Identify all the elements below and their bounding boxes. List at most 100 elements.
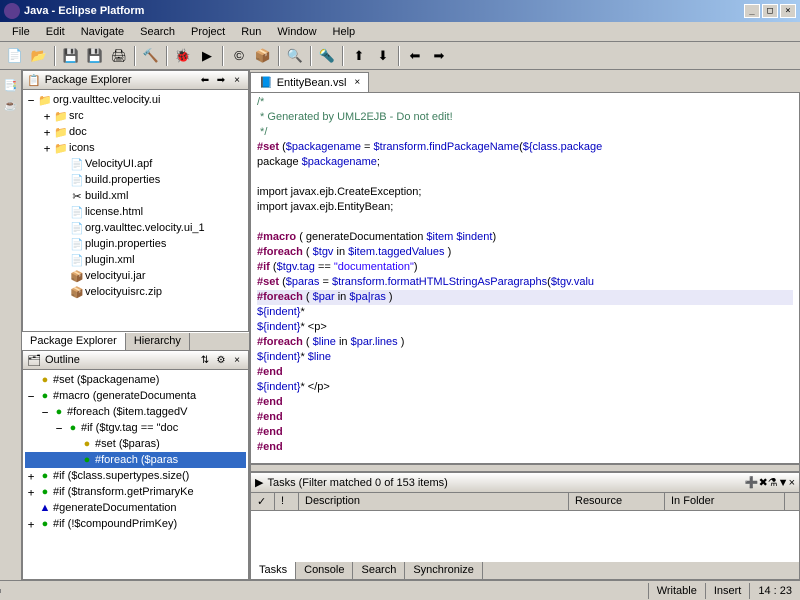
outline-item[interactable]: −●#macro (generateDocumenta — [25, 388, 246, 404]
java-perspective-button[interactable]: ☕ — [2, 96, 20, 114]
maximize-button[interactable]: □ — [762, 4, 778, 18]
outline-item[interactable]: ●#set ($packagename) — [25, 372, 246, 388]
back-button[interactable]: ⬅ — [404, 45, 426, 67]
tab-console[interactable]: Console — [296, 562, 353, 579]
menu-edit[interactable]: Edit — [38, 24, 73, 40]
new-package-button[interactable]: 📦 — [252, 45, 274, 67]
package-explorer-icon: 📋 — [27, 74, 41, 87]
build-button[interactable]: 🔨 — [140, 45, 162, 67]
tasks-col[interactable]: ! — [275, 493, 299, 510]
tab-synchronize[interactable]: Synchronize — [405, 562, 483, 579]
menu-window[interactable]: Window — [269, 24, 324, 40]
tab-hierarchy[interactable]: Hierarchy — [126, 333, 190, 350]
tab-tasks[interactable]: Tasks — [251, 562, 296, 579]
status-cursor-position: 14 : 23 — [749, 583, 800, 599]
new-class-button[interactable]: © — [228, 45, 250, 67]
forward-button[interactable]: ➡ — [428, 45, 450, 67]
tree-item[interactable]: +📁src — [25, 108, 246, 124]
open-perspective-button[interactable]: 📑 — [2, 76, 20, 94]
back-icon[interactable]: ⬅ — [198, 73, 212, 87]
tasks-view: ▶Tasks (Filter matched 0 of 153 items) ➕… — [250, 472, 800, 580]
close-outline-icon[interactable]: × — [230, 353, 244, 367]
status-writable: Writable — [648, 583, 705, 599]
tree-item[interactable]: 📄plugin.xml — [25, 252, 246, 268]
print-button[interactable]: 🖨 — [108, 45, 130, 67]
tree-item[interactable]: 📄org.vaulttec.velocity.ui_1 — [25, 220, 246, 236]
tree-item[interactable]: 📦velocityuisrc.zip — [25, 284, 246, 300]
tree-item[interactable]: 📄license.html — [25, 204, 246, 220]
tasks-columns[interactable]: ✓!DescriptionResourceIn Folder — [251, 493, 799, 511]
outline-item[interactable]: −●#foreach ($item.taggedV — [25, 404, 246, 420]
new-button[interactable]: 📄 — [4, 45, 26, 67]
tasks-col[interactable]: Resource — [569, 493, 665, 510]
open-button[interactable]: 📂 — [28, 45, 50, 67]
menu-search[interactable]: Search — [132, 24, 183, 40]
save-button[interactable]: 💾 — [60, 45, 82, 67]
tree-item[interactable]: +📁doc — [25, 124, 246, 140]
outline-icon: 🗂 — [27, 354, 41, 367]
close-tab-icon[interactable]: × — [354, 77, 360, 88]
package-tree[interactable]: −📁org.vaulttec.velocity.ui+📁src+📁doc+📁ic… — [23, 90, 248, 302]
add-task-icon[interactable]: ➕ — [745, 476, 759, 489]
close-panel-icon[interactable]: × — [230, 73, 244, 87]
outline-item[interactable]: +●#if ($transform.getPrimaryKe — [25, 484, 246, 500]
tree-item[interactable]: ✂build.xml — [25, 188, 246, 204]
outline-item[interactable]: ●#foreach ($paras — [25, 452, 246, 468]
delete-task-icon[interactable]: ✖ — [759, 476, 768, 489]
forward-icon[interactable]: ➡ — [214, 73, 228, 87]
outline-item[interactable]: ●#set ($paras) — [25, 436, 246, 452]
run-button[interactable]: ▶ — [196, 45, 218, 67]
outline-item[interactable]: −●#if ($tgv.tag == "doc — [25, 420, 246, 436]
tree-item[interactable]: 📄build.properties — [25, 172, 246, 188]
tasks-col[interactable]: ✓ — [251, 493, 275, 510]
menu-file[interactable]: File — [4, 24, 38, 40]
menu-run[interactable]: Run — [233, 24, 269, 40]
title-bar: Java - Eclipse Platform _ □ × — [0, 0, 800, 22]
editor-tab-active[interactable]: 📘 EntityBean.vsl × — [250, 72, 369, 92]
perspective-bar: 📑 ☕ — [0, 70, 22, 580]
tasks-tabs[interactable]: TasksConsoleSearchSynchronize — [251, 561, 799, 579]
menu-help[interactable]: Help — [325, 24, 364, 40]
outline-header: 🗂 Outline ⇅ ⚙ × — [22, 350, 249, 370]
menu-bar: FileEditNavigateSearchProjectRunWindowHe… — [0, 22, 800, 42]
tree-item[interactable]: 📄VelocityUI.apf — [25, 156, 246, 172]
outline-item[interactable]: ▲#generateDocumentation — [25, 500, 246, 516]
close-tasks-icon[interactable]: × — [789, 477, 795, 489]
next-annotation-button[interactable]: ⬇ — [372, 45, 394, 67]
code-editor[interactable]: /* * Generated by UML2EJB - Do not edit!… — [250, 92, 800, 464]
open-type-button[interactable]: 🔍 — [284, 45, 306, 67]
tree-item[interactable]: +📁icons — [25, 140, 246, 156]
outline-item[interactable]: +●#if (!$compoundPrimKey) — [25, 516, 246, 532]
filter-tasks-icon[interactable]: ⚗ — [768, 476, 778, 489]
package-explorer-header: 📋 Package Explorer ⬅ ➡ × — [22, 70, 249, 90]
sort-icon[interactable]: ⇅ — [198, 353, 212, 367]
menu-project[interactable]: Project — [183, 24, 233, 40]
tasks-col[interactable]: In Folder — [665, 493, 785, 510]
save-all-button[interactable]: 💾 — [84, 45, 106, 67]
prev-annotation-button[interactable]: ⬆ — [348, 45, 370, 67]
search-button[interactable]: 🔦 — [316, 45, 338, 67]
tasks-list[interactable] — [251, 511, 799, 561]
tasks-icon: ▶ — [255, 476, 263, 489]
package-explorer-title: Package Explorer — [45, 74, 132, 86]
tree-item[interactable]: 📄plugin.properties — [25, 236, 246, 252]
tree-item[interactable]: 📦velocityui.jar — [25, 268, 246, 284]
menu-navigate[interactable]: Navigate — [73, 24, 132, 40]
tab-package-explorer[interactable]: Package Explorer — [22, 333, 126, 350]
filter-icon[interactable]: ⚙ — [214, 353, 228, 367]
main-toolbar: 📄 📂 💾 💾 🖨 🔨 🐞 ▶ © 📦 🔍 🔦 ⬆ ⬇ ⬅ ➡ — [0, 42, 800, 70]
outline-tree[interactable]: ●#set ($packagename)−●#macro (generateDo… — [23, 370, 248, 534]
outline-item[interactable]: +●#if ($class.supertypes.size() — [25, 468, 246, 484]
minimize-button[interactable]: _ — [744, 4, 760, 18]
outline-title: Outline — [45, 354, 80, 366]
status-insert: Insert — [705, 583, 750, 599]
eclipse-icon — [4, 3, 20, 19]
tab-search[interactable]: Search — [353, 562, 405, 579]
close-button[interactable]: × — [780, 4, 796, 18]
package-explorer-tabs[interactable]: Package ExplorerHierarchy — [22, 332, 249, 350]
debug-button[interactable]: 🐞 — [172, 45, 194, 67]
tree-item[interactable]: −📁org.vaulttec.velocity.ui — [25, 92, 246, 108]
tasks-menu-icon[interactable]: ▼ — [778, 477, 789, 489]
tasks-col[interactable]: Description — [299, 493, 569, 510]
editor-tab-label: EntityBean.vsl — [277, 77, 347, 89]
